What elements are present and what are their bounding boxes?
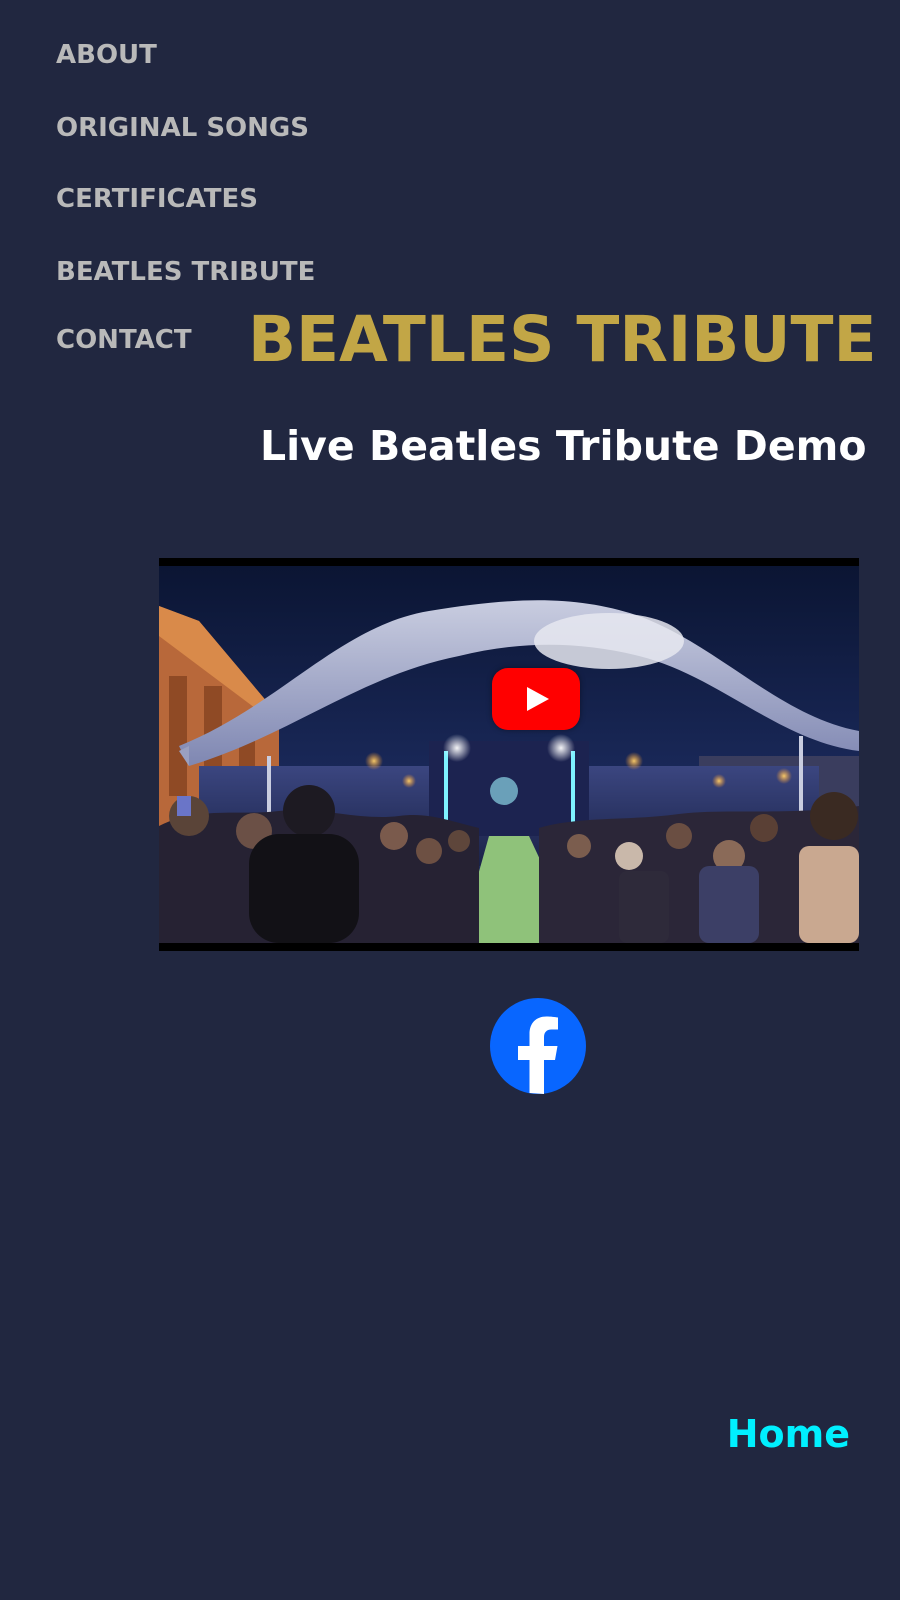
page-title: BEATLES TRIBUTE <box>248 303 877 376</box>
facebook-icon[interactable] <box>488 998 588 1094</box>
nav-item-certificates[interactable]: CERTIFICATES <box>56 184 258 214</box>
nav-item-beatles-tribute[interactable]: BEATLES TRIBUTE <box>56 257 315 287</box>
video-thumbnail <box>159 566 859 943</box>
page-subtitle: Live Beatles Tribute Demo <box>260 422 867 470</box>
page: ABOUT ORIGINAL SONGS CERTIFICATES BEATLE… <box>0 0 900 1600</box>
youtube-play-icon[interactable] <box>492 668 580 730</box>
nav-item-contact[interactable]: CONTACT <box>56 325 192 355</box>
video-player[interactable] <box>159 558 859 951</box>
nav-item-about[interactable]: ABOUT <box>56 40 157 70</box>
home-link[interactable]: Home <box>727 1412 850 1456</box>
facebook-logo <box>490 998 586 1094</box>
nav-item-original-songs[interactable]: ORIGINAL SONGS <box>56 113 309 143</box>
